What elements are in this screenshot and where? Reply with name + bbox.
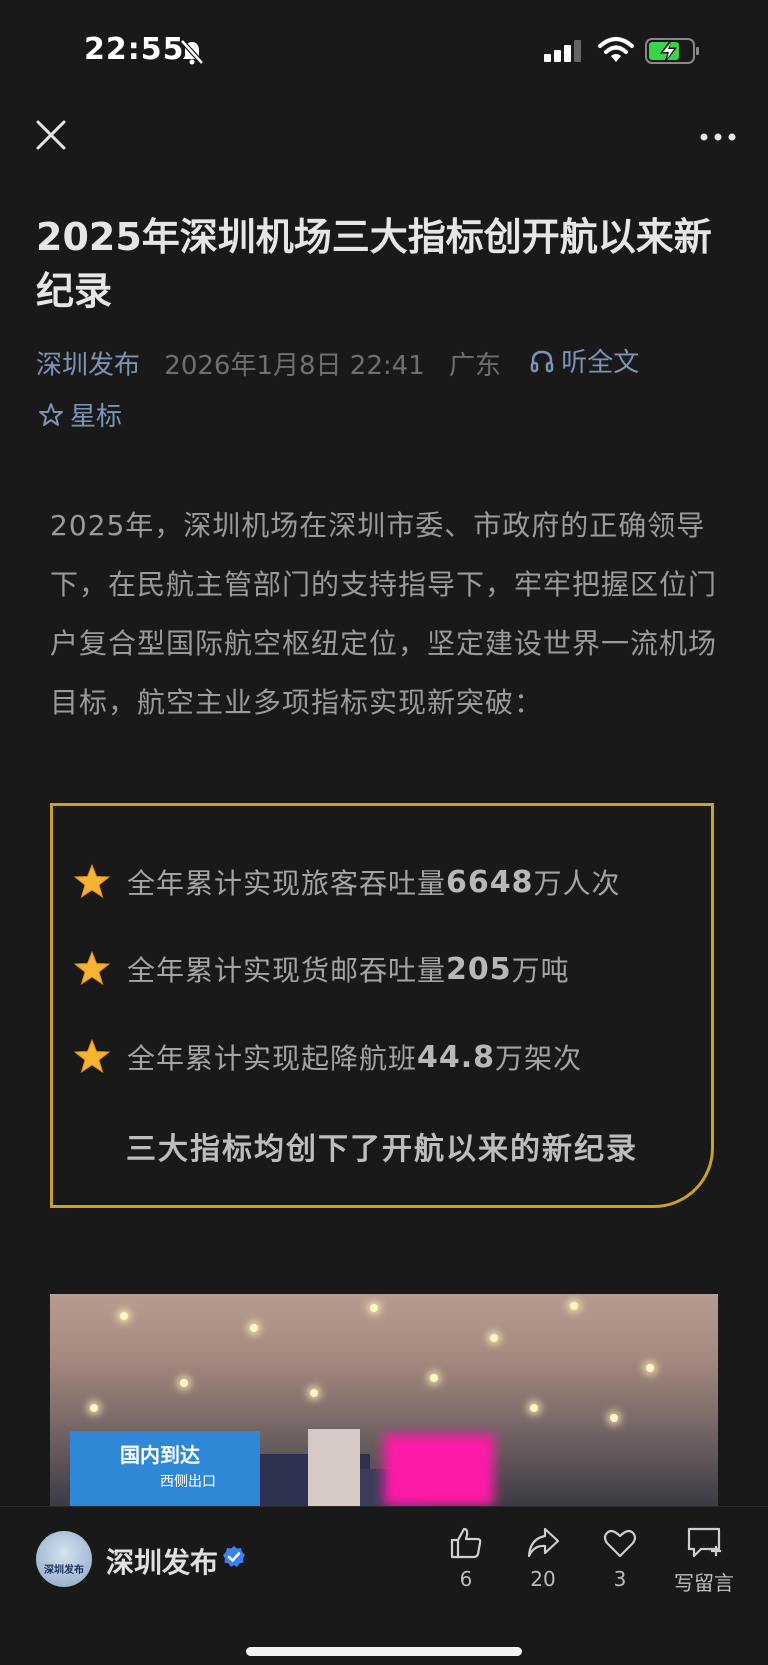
stat-suffix: 万人次 (533, 867, 621, 900)
listen-button[interactable]: 听全文 (529, 342, 639, 379)
thumbs-up-icon (450, 1527, 482, 1559)
ceiling-light (570, 1302, 578, 1310)
ceiling-light (370, 1304, 378, 1312)
article-page: 22:55 2025年深圳机场三大指标创开航以来新纪录 深圳发布 2026年1月… (0, 0, 768, 1665)
verified-icon (223, 1546, 245, 1567)
stat-prefix: 全年累计实现货邮吞吐量 (127, 954, 447, 987)
ceiling-light (120, 1312, 128, 1320)
headphones-icon (531, 350, 554, 372)
avatar[interactable]: 深圳发布 (36, 1531, 92, 1587)
ceiling-light (180, 1379, 188, 1387)
like-button[interactable]: 6 (431, 1525, 501, 1591)
share-icon (527, 1527, 560, 1558)
comment-label: 写留言 (674, 1571, 734, 1595)
sign-sub: 西侧出口 (160, 1474, 216, 1490)
star-icon (73, 863, 111, 899)
highlight-summary: 三大指标均创下了开航以来的新纪录 (126, 1132, 638, 1167)
ceiling-light (310, 1389, 318, 1397)
ceiling-light (430, 1374, 438, 1382)
stat-suffix: 万架次 (495, 1042, 583, 1075)
meta-account-link[interactable]: 深圳发布 (36, 351, 140, 381)
stat-prefix: 全年累计实现旅客吞吐量 (127, 867, 447, 900)
stat-row-passengers: 全年累计实现旅客吞吐量 6648 万人次 (73, 862, 621, 902)
comment-add-icon (687, 1527, 721, 1558)
article-photo[interactable]: 国内到达 西侧出口 (50, 1294, 718, 1506)
stat-value: 44.8 (417, 1039, 496, 1075)
listen-label: 听全文 (561, 348, 640, 378)
stat-row-flights: 全年累计实现起降航班 44.8 万架次 (73, 1037, 582, 1077)
signal-icon (544, 40, 581, 62)
star-icon (73, 950, 111, 986)
ceiling-light (530, 1404, 538, 1412)
star-icon (73, 1038, 111, 1074)
like-count: 6 (459, 1567, 473, 1591)
account-name[interactable]: 深圳发布 (106, 1541, 218, 1581)
more-icon[interactable] (698, 122, 738, 152)
favorite-count: 3 (613, 1567, 627, 1591)
highlight-box: 全年累计实现旅客吞吐量 6648 万人次 全年累计实现货邮吞吐量 205 万吨 全年累计… (50, 803, 714, 1208)
home-indicator[interactable] (246, 1647, 522, 1656)
stat-value: 205 (446, 951, 512, 987)
stat-suffix: 万吨 (511, 954, 570, 987)
stat-prefix: 全年累计实现起降航班 (127, 1042, 418, 1075)
ceiling-light (610, 1414, 618, 1422)
bottom-bar: 深圳发布 深圳发布 6 20 3 写留言 (0, 1506, 768, 1665)
star-button[interactable]: 星标 (38, 396, 122, 433)
comment-button[interactable]: 写留言 (664, 1525, 744, 1596)
sign-text: 国内到达 (120, 1443, 200, 1467)
battery-charging-icon (645, 38, 699, 64)
star-outline-icon (39, 402, 63, 426)
bell-off-icon (180, 39, 204, 65)
article-meta: 深圳发布 2026年1月8日 22:41 广东 听全文 (36, 342, 639, 382)
status-bar: 22:55 (0, 0, 768, 100)
avatar-text: 深圳发布 (44, 1565, 84, 1576)
ceiling-light (490, 1334, 498, 1342)
favorite-button[interactable]: 3 (585, 1525, 655, 1591)
ceiling-light (250, 1324, 258, 1332)
share-button[interactable]: 20 (508, 1525, 578, 1591)
star-label: 星标 (70, 402, 123, 432)
close-icon[interactable] (34, 118, 68, 152)
share-count: 20 (530, 1567, 556, 1591)
stat-value: 6648 (446, 864, 534, 900)
status-time: 22:55 (84, 32, 185, 67)
meta-date: 2026年1月8日 22:41 (164, 350, 425, 381)
ceiling-light (646, 1364, 654, 1372)
stat-row-cargo: 全年累计实现货邮吞吐量 205 万吨 (73, 949, 570, 989)
article-title: 2025年深圳机场三大指标创开航以来新纪录 (36, 215, 712, 313)
wifi-icon (598, 37, 634, 62)
ceiling-light (90, 1404, 98, 1412)
pink-light (384, 1434, 494, 1506)
arrival-sign: 国内到达 西侧出口 (70, 1431, 260, 1506)
intro-paragraph: 2025年，深圳机场在深圳市委、市政府的正确领导下，在民航主管部门的支持指导下，… (50, 509, 718, 719)
meta-region: 广东 (449, 350, 502, 381)
heart-icon (603, 1529, 637, 1558)
pillar (308, 1429, 360, 1506)
